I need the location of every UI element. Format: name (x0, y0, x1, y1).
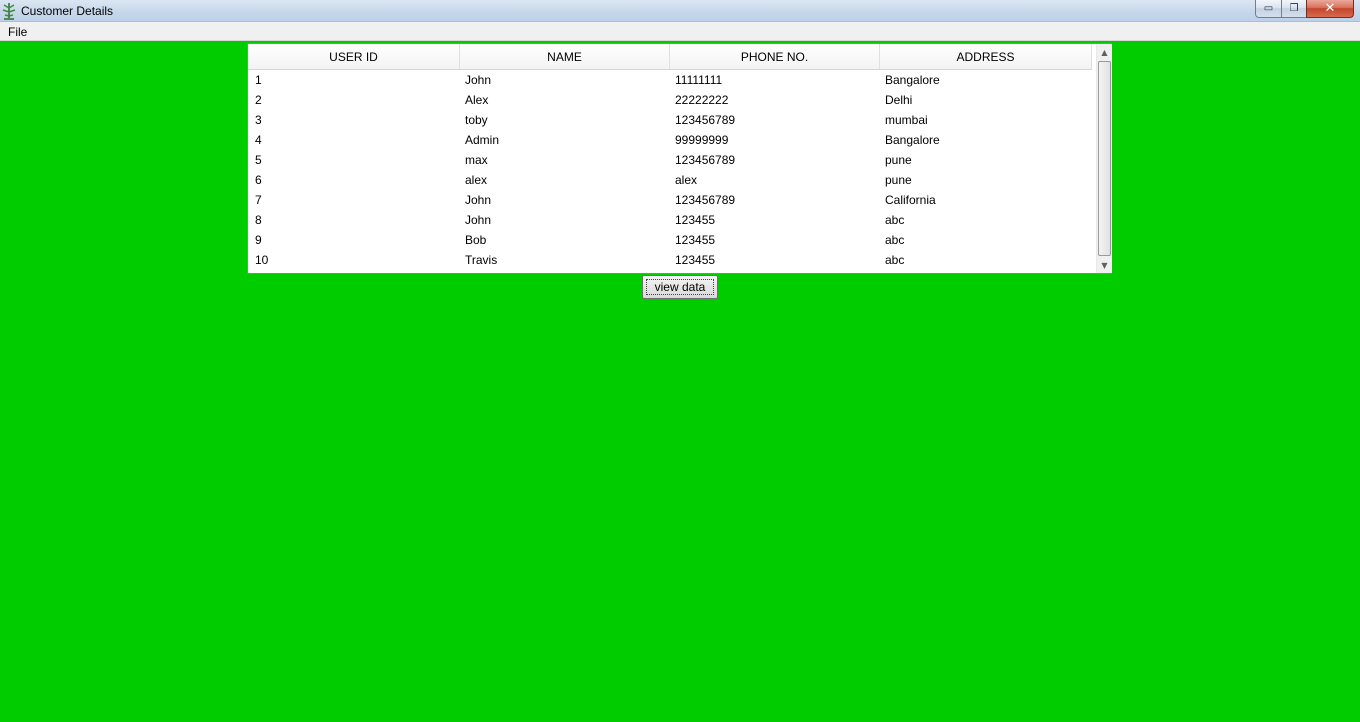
table-row[interactable]: 5 max 123456789 pune (248, 150, 1092, 170)
cell-name: toby (465, 113, 488, 127)
minimize-icon: ▭ (1263, 3, 1274, 14)
column-header-name[interactable]: NAME (460, 44, 670, 69)
cell-user-id: 6 (255, 173, 262, 187)
cell-user-id: 1 (255, 73, 262, 87)
cell-address: abc (885, 213, 905, 227)
table-row[interactable]: 2 Alex 22222222 Delhi (248, 90, 1092, 110)
column-header-phone[interactable]: PHONE NO. (670, 44, 880, 69)
cell-phone: 123455 (675, 233, 716, 247)
cell-address: mumbai (885, 113, 928, 127)
vertical-scrollbar[interactable]: ▲ ▼ (1096, 44, 1112, 273)
table-row[interactable]: 8 John 123455 abc (248, 210, 1092, 230)
cell-phone: 123455 (675, 213, 716, 227)
cell-name: Travis (465, 253, 498, 267)
cell-user-id: 2 (255, 93, 262, 107)
cell-user-id: 7 (255, 193, 262, 207)
cell-address: abc (885, 253, 905, 267)
table-row[interactable]: 1 John 11111111 Bangalore (248, 70, 1092, 90)
maximize-button[interactable]: ❐ (1281, 0, 1307, 18)
cell-name: John (465, 193, 492, 207)
restore-icon: ❐ (1289, 3, 1299, 14)
cell-address: Bangalore (885, 133, 940, 147)
view-data-button[interactable]: view data (642, 275, 718, 299)
cell-user-id: 9 (255, 233, 262, 247)
cell-name: John (465, 73, 492, 87)
cell-name: John (465, 213, 492, 227)
customer-table[interactable]: USER ID NAME PHONE NO. ADDRESS 1 John 11… (247, 43, 1112, 274)
cell-user-id: 4 (255, 133, 262, 147)
table-row[interactable]: 3 toby 123456789 mumbai (248, 110, 1092, 130)
cell-name: Admin (465, 133, 500, 147)
cell-phone: 123456789 (675, 113, 736, 127)
cell-address: California (885, 193, 936, 207)
scroll-up-button[interactable]: ▲ (1097, 44, 1112, 60)
cell-user-id: 10 (255, 253, 269, 267)
cell-phone: 123455 (675, 253, 716, 267)
table-row[interactable]: 10 Travis 123455 abc (248, 250, 1092, 270)
cell-phone: 123456789 (675, 193, 736, 207)
view-data-label: view data (654, 280, 706, 294)
cell-address: abc (885, 233, 905, 247)
cell-name: alex (465, 173, 488, 187)
cell-phone: 123456789 (675, 153, 736, 167)
app-icon (2, 3, 16, 20)
cell-name: Alex (465, 93, 489, 107)
cell-user-id: 5 (255, 153, 262, 167)
close-icon: ✕ (1324, 1, 1336, 16)
minimize-button[interactable]: ▭ (1255, 0, 1282, 18)
cell-user-id: 8 (255, 213, 262, 227)
cell-name: max (465, 153, 488, 167)
close-button[interactable]: ✕ (1306, 0, 1354, 18)
table-header: USER ID NAME PHONE NO. ADDRESS (248, 44, 1092, 70)
cell-address: pune (885, 173, 912, 187)
arrow-down-icon: ▼ (1101, 260, 1108, 270)
cell-address: pune (885, 153, 912, 167)
menu-file[interactable]: File (8, 25, 27, 39)
cell-phone: alex (675, 173, 698, 187)
table-row[interactable]: 4 Admin 99999999 Bangalore (248, 130, 1092, 150)
window-title: Customer Details (21, 4, 114, 18)
window-title-bar[interactable]: Customer Details ▭ ❐ ✕ (0, 0, 1360, 22)
cell-address: Delhi (885, 93, 913, 107)
table-row[interactable]: 9 Bob 123455 abc (248, 230, 1092, 250)
cell-phone: 11111111 (675, 73, 723, 87)
cell-phone: 22222222 (675, 93, 729, 107)
arrow-up-icon: ▲ (1101, 47, 1108, 57)
table-row[interactable]: 6 alex alex pune (248, 170, 1092, 190)
cell-name: Bob (465, 233, 487, 247)
cell-user-id: 3 (255, 113, 262, 127)
table-row[interactable]: 7 John 123456789 California (248, 190, 1092, 210)
cell-phone: 99999999 (675, 133, 729, 147)
scroll-down-button[interactable]: ▼ (1097, 257, 1112, 273)
menu-bar: File (0, 22, 1360, 41)
scroll-thumb[interactable] (1098, 61, 1111, 256)
column-header-address[interactable]: ADDRESS (880, 44, 1092, 69)
cell-address: Bangalore (885, 73, 940, 87)
column-header-user-id[interactable]: USER ID (248, 44, 460, 69)
